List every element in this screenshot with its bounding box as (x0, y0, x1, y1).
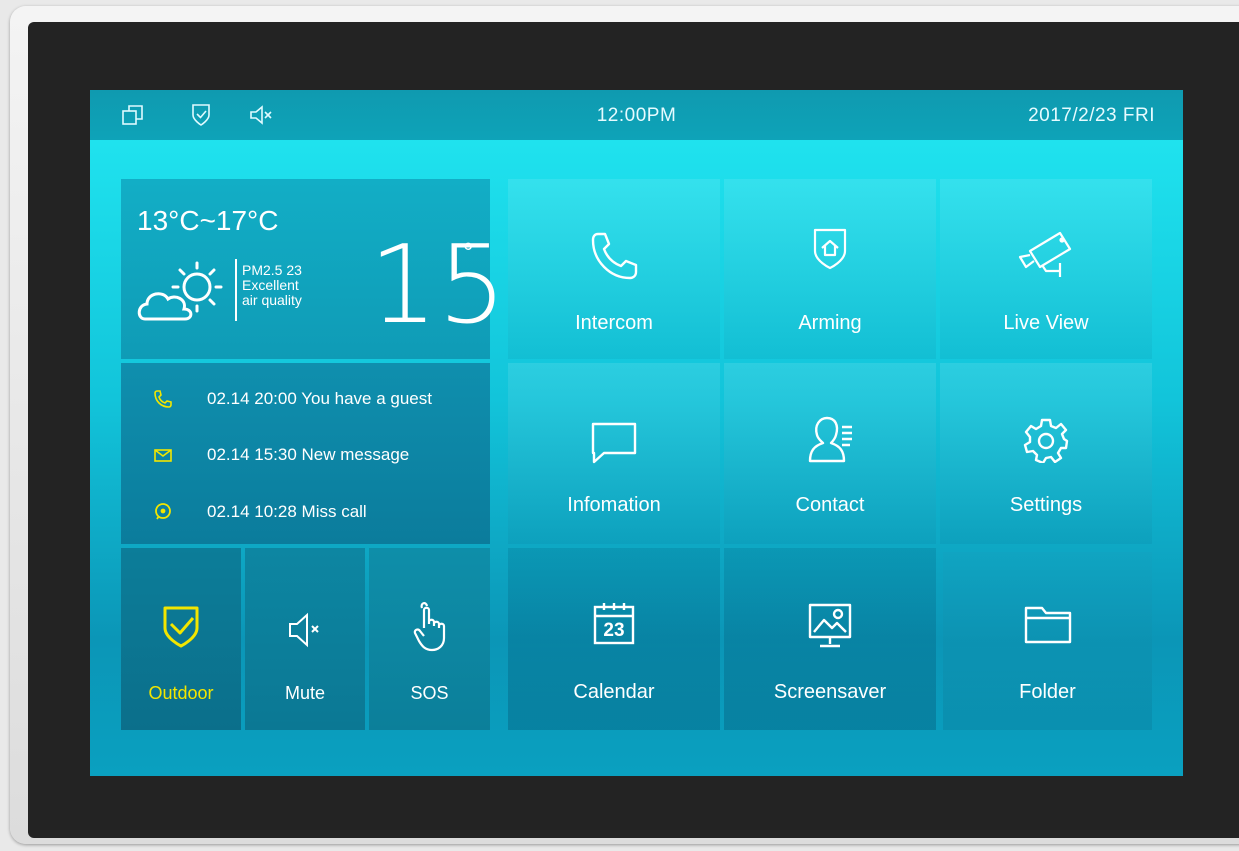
cloud-sun-icon (137, 261, 223, 321)
screensaver-button[interactable]: Screensaver (724, 548, 936, 730)
contact-person-icon (808, 416, 852, 463)
screensaver-label: Screensaver (773, 681, 887, 703)
contact-button[interactable]: Contact (724, 363, 936, 544)
message-bubble-icon (591, 422, 637, 464)
clock-date: 2017/2/23 FRI (1028, 105, 1155, 126)
contact-label: Contact (795, 494, 865, 516)
air-quality-rating: Excellent (242, 277, 299, 293)
shield-check-icon (163, 606, 199, 648)
temperature-range: 13°C~17°C (137, 205, 279, 236)
shield-home-icon (813, 228, 847, 270)
chat-bubble-icon (155, 503, 171, 520)
folder-button[interactable]: Folder (943, 552, 1152, 730)
outdoor-button[interactable]: Outdoor (121, 548, 241, 730)
envelope-icon (154, 449, 172, 462)
folder-icon (1024, 606, 1071, 644)
air-quality-label: air quality (242, 292, 302, 308)
weather-divider (235, 259, 237, 321)
live-view-label: Live View (1003, 312, 1089, 334)
notification-text: 02.14 20:00 You have a guest (207, 389, 432, 408)
notification-text: 02.14 10:28 Miss call (207, 502, 367, 521)
air-quality-info: PM2.5 23 Excellent air quality (242, 263, 302, 308)
phone-icon (591, 232, 638, 280)
touch-screen: 12:00PM 2017/2/23 FRI 13°C~17°C PM2.5 23… (90, 90, 1183, 776)
intercom-label: Intercom (575, 312, 653, 334)
infomation-label: Infomation (567, 494, 661, 516)
notification-text: 02.14 15:30 New message (207, 445, 410, 464)
live-view-button[interactable]: Live View (940, 179, 1152, 359)
security-camera-icon (1018, 231, 1072, 277)
settings-button[interactable]: Settings (940, 363, 1152, 544)
outdoor-label: Outdoor (148, 683, 214, 703)
weather-widget[interactable]: 13°C~17°C PM2.5 23 Excellent air quality… (121, 179, 506, 359)
gear-icon (1023, 418, 1069, 463)
pm25-value: PM2.5 23 (242, 262, 302, 278)
degree-symbol: ° (463, 237, 474, 267)
mute-label: Mute (284, 683, 326, 703)
current-temperature: 15 (369, 223, 507, 348)
calendar-label: Calendar (573, 681, 655, 703)
hand-pointer-icon (413, 602, 445, 652)
monitor-picture-icon (808, 603, 852, 648)
folder-label: Folder (1019, 681, 1076, 703)
intercom-button[interactable]: Intercom (508, 179, 720, 359)
clock-time: 12:00PM (596, 105, 677, 126)
sos-label: SOS (410, 683, 449, 703)
arming-label: Arming (798, 312, 862, 334)
calendar-day: 23 (603, 620, 625, 641)
phone-icon (154, 390, 172, 408)
settings-label: Settings (1009, 494, 1083, 516)
mute-button[interactable]: Mute (245, 548, 365, 730)
arming-button[interactable]: Arming (724, 179, 936, 359)
sos-button[interactable]: SOS (369, 548, 490, 730)
notification-list: 02.14 20:00 You have a guest 02.14 15:30… (121, 363, 490, 544)
speaker-mute-icon (289, 612, 319, 648)
infomation-button[interactable]: Infomation (508, 363, 720, 544)
status-bar: 12:00PM 2017/2/23 FRI (90, 90, 1183, 140)
calendar-button[interactable]: 23 Calendar (508, 548, 720, 730)
